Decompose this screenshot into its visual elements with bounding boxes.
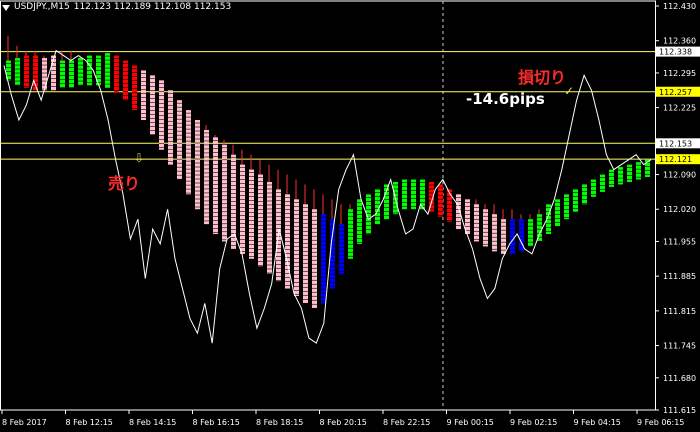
bar-mark <box>141 70 146 121</box>
bar-mark <box>267 181 272 274</box>
sell-annotation: 売り <box>108 174 141 193</box>
dropdown-triangle-icon[interactable] <box>2 4 10 11</box>
x-tick-label: 8 Feb 16:15 <box>193 418 240 427</box>
bar-mark <box>258 174 263 267</box>
price-chart[interactable]: 112.430 112.360 112.295 112.225 112.090 112.0… <box>0 0 700 432</box>
bar-mark <box>105 53 110 88</box>
bar-mark <box>294 199 299 296</box>
x-tick-label: 8 Feb 18:15 <box>256 418 303 427</box>
x-tick-label: 9 Feb 00:15 <box>447 418 494 427</box>
bar-mark <box>42 58 47 91</box>
stoploss-check-icon: ✓ <box>564 84 575 98</box>
level-label: 112.153 <box>659 139 692 148</box>
y-tick-label: 112.295 <box>663 69 696 78</box>
ohlc-values: 112.123 112.189 112.108 112.153 <box>73 2 232 12</box>
x-tick-label: 8 Feb 22:15 <box>383 418 430 427</box>
bar-mark <box>186 110 191 195</box>
symbol-label: USDJPY.,M15 <box>14 2 70 12</box>
x-tick-label: 9 Feb 02:15 <box>510 418 557 427</box>
pips-annotation: -14.6pips <box>466 90 545 108</box>
bar-mark <box>132 65 137 111</box>
bar-mark <box>240 164 245 254</box>
price-line <box>3 49 652 344</box>
bar-mark <box>474 204 479 242</box>
y-tick-label: 112.225 <box>663 104 696 113</box>
bar-mark <box>195 120 200 210</box>
y-tick-label: 112.090 <box>663 171 696 180</box>
bar-mark <box>492 214 497 252</box>
bar-mark <box>501 219 506 254</box>
bar-mark <box>24 55 29 88</box>
bar-mark <box>438 184 443 217</box>
y-tick-label: 111.615 <box>663 406 696 415</box>
bar-mark <box>483 209 488 247</box>
y-tick-label: 112.430 <box>663 2 696 11</box>
bar-mark <box>150 75 155 135</box>
y-tick-label: 111.815 <box>663 307 696 316</box>
level-label: 112.257 <box>659 88 692 97</box>
level-label: 112.338 <box>659 48 692 57</box>
y-tick-label: 112.360 <box>663 37 696 46</box>
bar-mark <box>510 219 515 254</box>
bar-mark <box>447 189 452 222</box>
chart-header: USDJPY.,M15 112.123 112.189 112.108 112.… <box>2 2 231 12</box>
y-tick-label: 111.745 <box>663 342 696 351</box>
y-tick-label: 111.680 <box>663 374 696 383</box>
x-tick-label: 8 Feb 20:15 <box>320 418 367 427</box>
sell-arrow-icon: ⇩ <box>134 151 145 165</box>
bar-mark <box>213 137 218 235</box>
x-tick-label: 9 Feb 06:15 <box>637 418 684 427</box>
y-tick-label: 112.020 <box>663 205 696 214</box>
y-tick-label: 111.885 <box>663 272 696 281</box>
bar-mark <box>177 100 182 180</box>
bar-mark <box>321 214 326 304</box>
bar-mark <box>564 194 569 220</box>
bar-mark <box>249 169 254 259</box>
stoploss-annotation: 損切り <box>518 68 567 87</box>
x-tick-label: 9 Feb 04:15 <box>574 418 621 427</box>
chart-window[interactable]: 112.430 112.360 112.295 112.225 112.090 112.0… <box>0 0 700 432</box>
bar-mark <box>339 224 344 274</box>
bar-mark <box>348 209 353 259</box>
y-tick-label: 111.955 <box>663 237 696 246</box>
bar-mark <box>357 199 362 244</box>
x-tick-label: 8 Feb 2017 <box>2 418 47 427</box>
x-tick-label: 8 Feb 14:15 <box>129 418 176 427</box>
level-label: 112.121 <box>659 155 692 164</box>
bar-mark <box>123 60 128 101</box>
bar-mark <box>465 199 470 235</box>
bar-mark <box>114 55 119 93</box>
bar-mark <box>222 144 227 242</box>
x-tick-label: 8 Feb 12:15 <box>66 418 113 427</box>
